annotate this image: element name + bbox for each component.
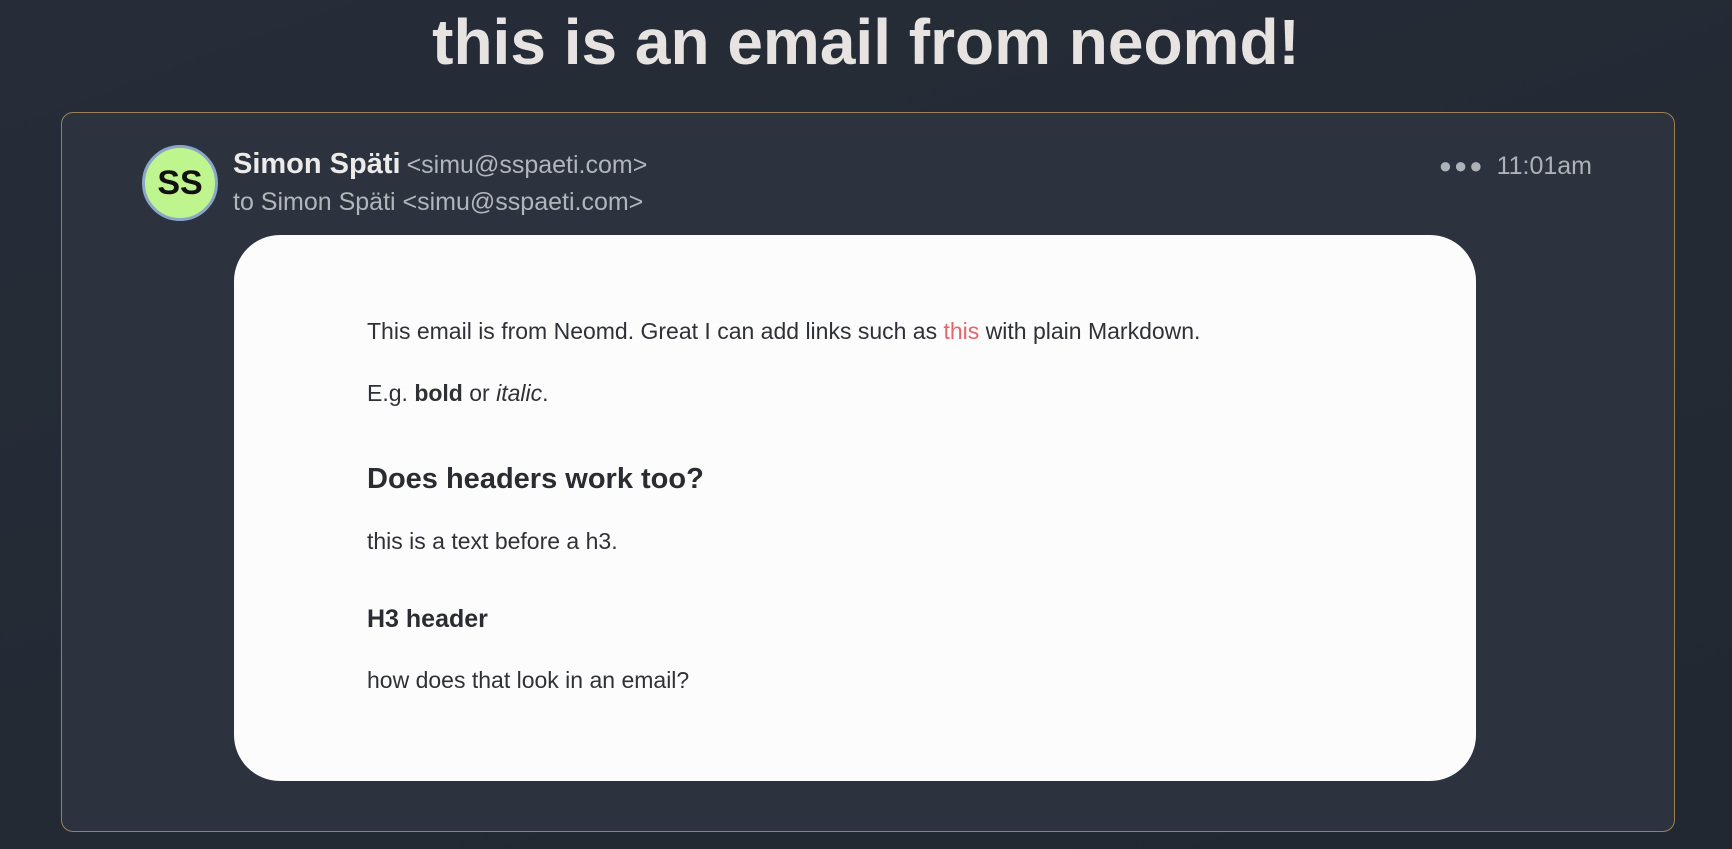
sender-avatar: SS xyxy=(142,145,218,221)
recipient-line: to Simon Späti <simu@sspaeti.com> xyxy=(233,188,644,216)
p2-suffix: . xyxy=(542,380,549,406)
email-subject: this is an email from neomd! xyxy=(432,6,1300,78)
p2-prefix: E.g. xyxy=(367,380,415,406)
sender-name: Simon Späti xyxy=(233,148,401,180)
message-time: 11:01am xyxy=(1496,152,1592,180)
body-paragraph-before-h3: this is a text before a h3. xyxy=(367,528,618,554)
body-heading-h2: Does headers work too? xyxy=(367,463,704,495)
bold-text: bold xyxy=(414,380,463,406)
body-link-this[interactable]: this xyxy=(944,318,980,344)
p2-middle: or xyxy=(462,380,497,406)
body-heading-h3: H3 header xyxy=(367,605,488,633)
p1-text-before: This email is from Neomd. Great I can ad… xyxy=(367,318,944,344)
body-paragraph-links: This email is from Neomd. Great I can ad… xyxy=(367,316,1200,346)
p1-text-after: with plain Markdown. xyxy=(979,318,1201,344)
body-paragraph-closing: how does that look in an email? xyxy=(367,667,690,693)
email-card: SS Simon Späti <simu@sspaeti.com> to Simo… xyxy=(61,112,1675,832)
italic-text: italic xyxy=(496,380,543,406)
email-body: This email is from Neomd. Great I can ad… xyxy=(234,235,1476,781)
sender-email: <simu@sspaeti.com> xyxy=(406,151,648,179)
from-line: Simon Späti <simu@sspaeti.com> xyxy=(233,147,647,186)
body-paragraph-formatting: E.g. bold or italic. xyxy=(367,378,549,408)
message-meta: ●●● 11:01am xyxy=(1439,150,1592,182)
more-horizontal-icon[interactable]: ●●● xyxy=(1439,150,1485,182)
